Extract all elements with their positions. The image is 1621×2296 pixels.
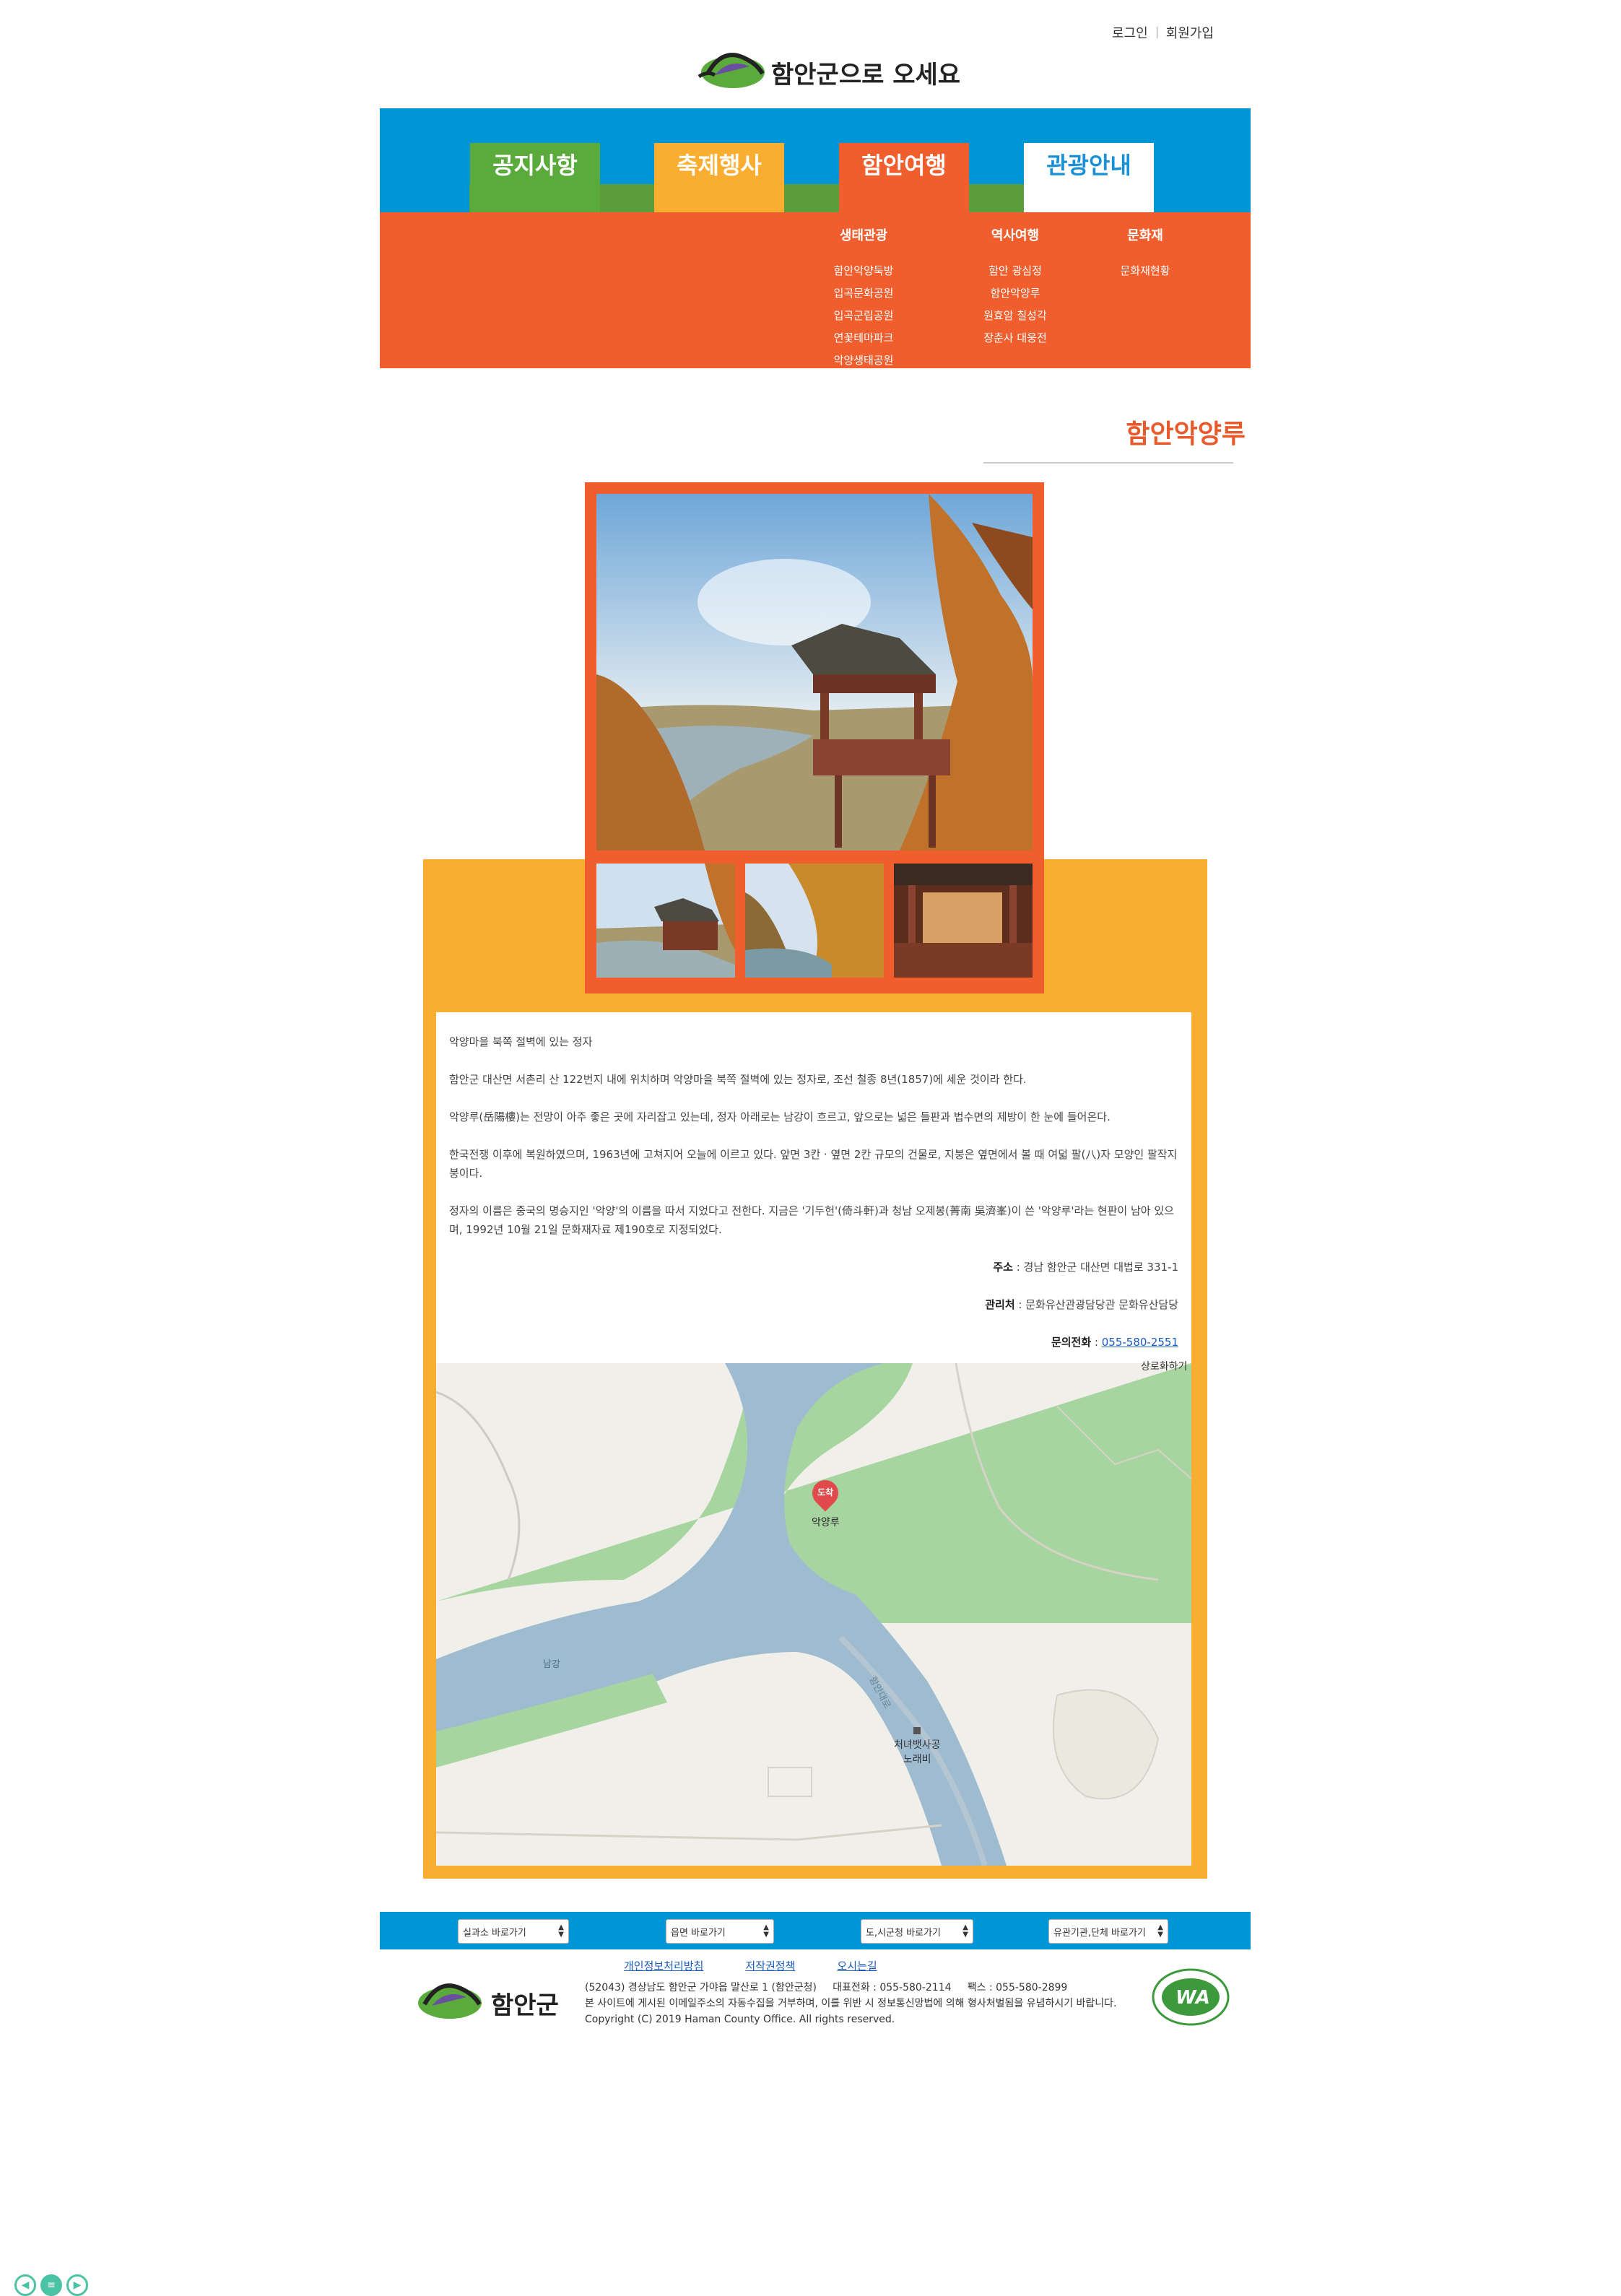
chevron-right-icon: ▶ [73,2279,82,2291]
join-link[interactable]: 회원가입 [1166,23,1214,42]
description-paragraph: 한국전쟁 이후에 복원하였으며, 1963년에 고쳐지어 오늘에 이르고 있다.… [449,1148,1178,1180]
menu-head-eco[interactable]: 생태관광 [840,225,887,244]
next-page-button[interactable]: ▶ [66,2274,88,2296]
address-label: 주소 [993,1261,1013,1274]
logo-text: 함안군으로 오세요 [771,61,961,90]
phone-link[interactable]: 055-580-2551 [1102,1336,1178,1349]
poi-icon [913,1727,921,1734]
site-logo[interactable]: 함안군으로 오세요 [693,45,960,94]
footer-address: (52043) 경상남도 함안군 가야읍 말산로 1 (함안군청) 대표전화 :… [585,1980,1117,2027]
footer-select-bar: 실과소 바로가기 ▲ ▼ 읍면 바로가기 ▲ ▼ 도,시군청 바로가기 ▲ ▼ 유관기관,단… [380,1912,1251,1949]
description-paragraph: 악양마을 북쪽 절벽에 있는 정자 [449,1035,593,1048]
menu-head-history[interactable]: 역사여행 [991,225,1039,244]
description-panel: 악양마을 북쪽 절벽에 있는 정자 함안군 대산면 서촌리 산 122번지 내에… [436,1012,1191,1363]
manager-info: 관리처 : 문화유산관광담당관 문화유산담당 [985,1297,1178,1312]
menu-item[interactable]: 함안악양둑방 [834,260,894,282]
footer-logo-text: 함안군 [491,1991,559,2020]
menu-button[interactable]: ≡ [40,2274,62,2296]
menu-item[interactable]: 함안악양루 [990,282,1040,305]
manager-label: 관리처 [985,1298,1015,1311]
map-marker-badge: 도착 [817,1487,834,1497]
address-line: (52043) 경상남도 함안군 가야읍 말산로 1 (함안군청) 대표전화 :… [585,1982,1068,1993]
copyright-text: Copyright (C) 2019 Haman County Office. … [585,2014,895,2025]
tab-festival[interactable]: 축제행사 [654,143,784,212]
map-marker[interactable]: 도착 [807,1474,844,1512]
privacy-link[interactable]: 개인정보처리방침 [624,1958,703,1973]
description-paragraph: 함안군 대산면 서촌리 산 122번지 내에 위치하며 악양마을 북쪽 절벽에 … [449,1073,1027,1086]
menu-item[interactable]: 입곡군립공원 [834,305,894,327]
menu-item[interactable]: 원효암 칠성각 [983,305,1047,327]
menu-col-heritage: 문화재 문화재현황 [1087,225,1203,282]
footer-logo: 함안군 [410,1971,569,2029]
map-detail-link[interactable]: 상로화하기 [1141,1359,1187,1373]
directions-link[interactable]: 오시는길 [837,1958,877,1973]
location-map[interactable] [436,1363,1191,1866]
web-accessibility-badge: WA [1151,1967,1230,2027]
town-select[interactable]: 읍면 바로가기 ▲ ▼ [666,1919,774,1944]
email-notice: 본 사이트에 게시된 이메일주소의 자동수집을 거부하며, 이를 위반 시 정보… [585,1998,1117,2009]
tab-travel[interactable]: 함안여행 [839,143,969,212]
menu-item[interactable]: 장춘사 대웅전 [983,327,1047,349]
menu-item[interactable]: 연꽃테마파크 [834,327,894,349]
logo-mark-icon [697,53,765,88]
address-value: : 경남 함안군 대산면 대법로 331-1 [1012,1261,1178,1274]
menu-item[interactable]: 문화재현황 [1120,260,1170,282]
description-paragraph: 악양루(岳陽樓)는 전망이 아주 좋은 곳에 자리잡고 있는데, 정자 아래로는… [449,1110,1111,1123]
footer-logo-icon [418,1983,482,2019]
menu-col-history: 역사여행 함안 광심정 함안악양루 원효암 칠성각 장춘사 대웅전 [957,225,1073,349]
chevron-left-icon: ◀ [21,2279,30,2291]
province-select[interactable]: 도,시군청 바로가기 ▲ ▼ [861,1919,973,1944]
address-info: 주소 : 경남 함안군 대산면 대법로 331-1 [993,1259,1178,1274]
main-photo [596,494,1033,851]
top-links: 로그인 회원가입 [1112,23,1214,42]
mega-menu: 생태관광 함안악양둑방 입곡문화공원 입곡군립공원 연꽃테마파크 악양생태공원 … [380,212,1251,368]
map-poi-label: 처녀뱃사공 [894,1739,941,1751]
thumbnail-3[interactable] [894,864,1033,978]
map-marker-label: 악양루 [812,1517,840,1529]
footer-links: 개인정보처리방침 저작권정책 오시는길 [624,1958,877,1973]
page-title: 함안악양루 [1126,419,1246,449]
map-poi: 처녀뱃사공 노래비 [894,1727,940,1766]
wa-text: WA [1175,1987,1210,2009]
tab-notice[interactable]: 공지사항 [470,143,600,212]
menu-icon: ≡ [47,2279,56,2291]
dept-select[interactable]: 실과소 바로가기 ▲ ▼ [458,1919,569,1944]
title-divider [983,462,1233,464]
phone-info: 문의전화 : 055-580-2551 [1051,1334,1178,1349]
thumbnail-1[interactable] [596,864,735,978]
menu-item[interactable]: 악양생태공원 [834,349,894,372]
map-river-label: 남강 [543,1659,560,1670]
login-link[interactable]: 로그인 [1112,23,1148,42]
agency-select[interactable]: 유관기관,단체 바로가기 ▲ ▼ [1048,1919,1168,1944]
menu-item[interactable]: 함안 광심정 [988,260,1042,282]
prev-page-button[interactable]: ◀ [14,2274,36,2296]
thumbnail-2[interactable] [745,864,884,978]
phone-separator: : [1091,1336,1102,1349]
description-paragraph: 정자의 이름은 중국의 명승지인 '악양'의 이름을 따서 지었다고 전한다. … [449,1204,1174,1236]
menu-item[interactable]: 입곡문화공원 [834,282,894,305]
phone-label: 문의전화 [1051,1336,1092,1349]
map-poi-label: 노래비 [903,1754,931,1765]
manager-value: : 문화유산관광담당관 문화유산담당 [1014,1298,1178,1311]
menu-head-heritage[interactable]: 문화재 [1127,225,1163,244]
copyright-policy-link[interactable]: 저작권정책 [745,1958,795,1973]
tab-tour-info[interactable]: 관광안내 [1024,143,1154,212]
menu-col-eco: 생태관광 함안악양둑방 입곡문화공원 입곡군립공원 연꽃테마파크 악양생태공원 [806,225,921,372]
page-nav-buttons: ◀ ≡ ▶ [14,2274,88,2296]
